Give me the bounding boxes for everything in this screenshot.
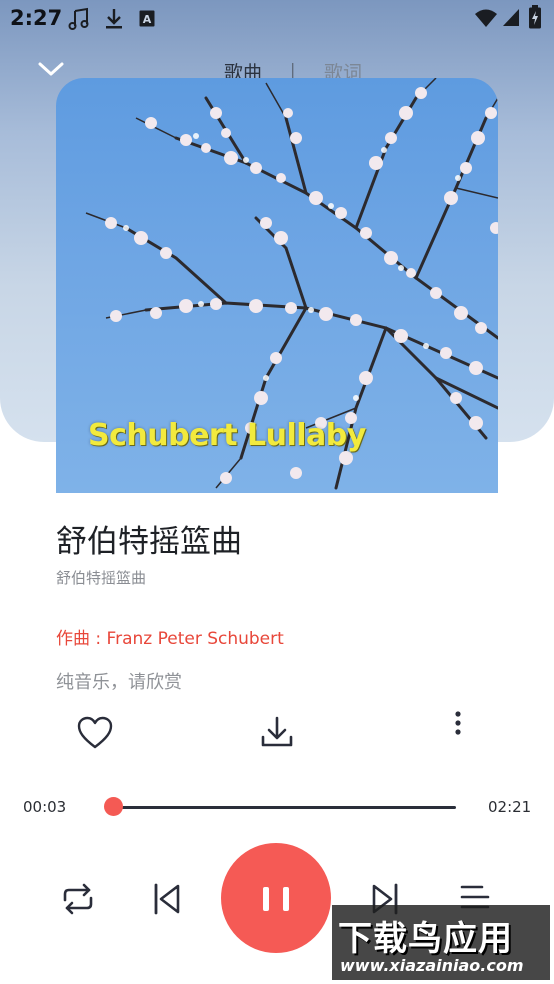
song-title: 舒伯特摇篮曲 bbox=[56, 524, 242, 560]
pause-button[interactable] bbox=[221, 843, 331, 953]
cell-signal-icon bbox=[503, 9, 519, 26]
wifi-icon bbox=[475, 9, 497, 27]
song-subtitle: 舒伯特摇篮曲 bbox=[56, 569, 147, 587]
watermark-title: 下载鸟应用 bbox=[338, 919, 513, 959]
status-time: 2:27 bbox=[10, 6, 63, 30]
download-icon bbox=[106, 9, 122, 29]
skip-previous-icon[interactable] bbox=[152, 882, 182, 916]
progress-knob[interactable] bbox=[103, 797, 123, 816]
playback-progress: 00:03 02:21 bbox=[0, 795, 554, 819]
repeat-icon[interactable] bbox=[59, 882, 97, 916]
download-icon[interactable] bbox=[260, 715, 294, 749]
album-art-caption: Schubert Lullaby bbox=[88, 418, 366, 453]
current-time: 00:03 bbox=[23, 798, 67, 816]
watermark-url: www.xiazainiao.com bbox=[340, 956, 524, 975]
watermark: 下载鸟应用 www.xiazainiao.com bbox=[332, 905, 550, 980]
pause-icon-bar-right bbox=[283, 887, 289, 911]
progress-track[interactable] bbox=[106, 806, 456, 809]
battery-charging-icon bbox=[529, 5, 541, 29]
heart-outline-icon[interactable] bbox=[77, 716, 113, 750]
pause-icon-bar-left bbox=[263, 887, 269, 911]
composer-line: 作曲 : Franz Peter Schubert bbox=[56, 629, 284, 649]
music-note-icon bbox=[68, 7, 89, 30]
more-vertical-icon[interactable] bbox=[450, 710, 466, 738]
album-art: Schubert Lullaby bbox=[56, 78, 498, 493]
lyric-line: 纯音乐，请欣赏 bbox=[56, 672, 182, 693]
total-time: 02:21 bbox=[488, 798, 532, 816]
a-badge-icon: A bbox=[139, 10, 155, 27]
svg-text:A: A bbox=[143, 13, 152, 26]
status-bar: 2:27 A bbox=[0, 0, 554, 36]
tab-separator: | bbox=[290, 60, 296, 79]
